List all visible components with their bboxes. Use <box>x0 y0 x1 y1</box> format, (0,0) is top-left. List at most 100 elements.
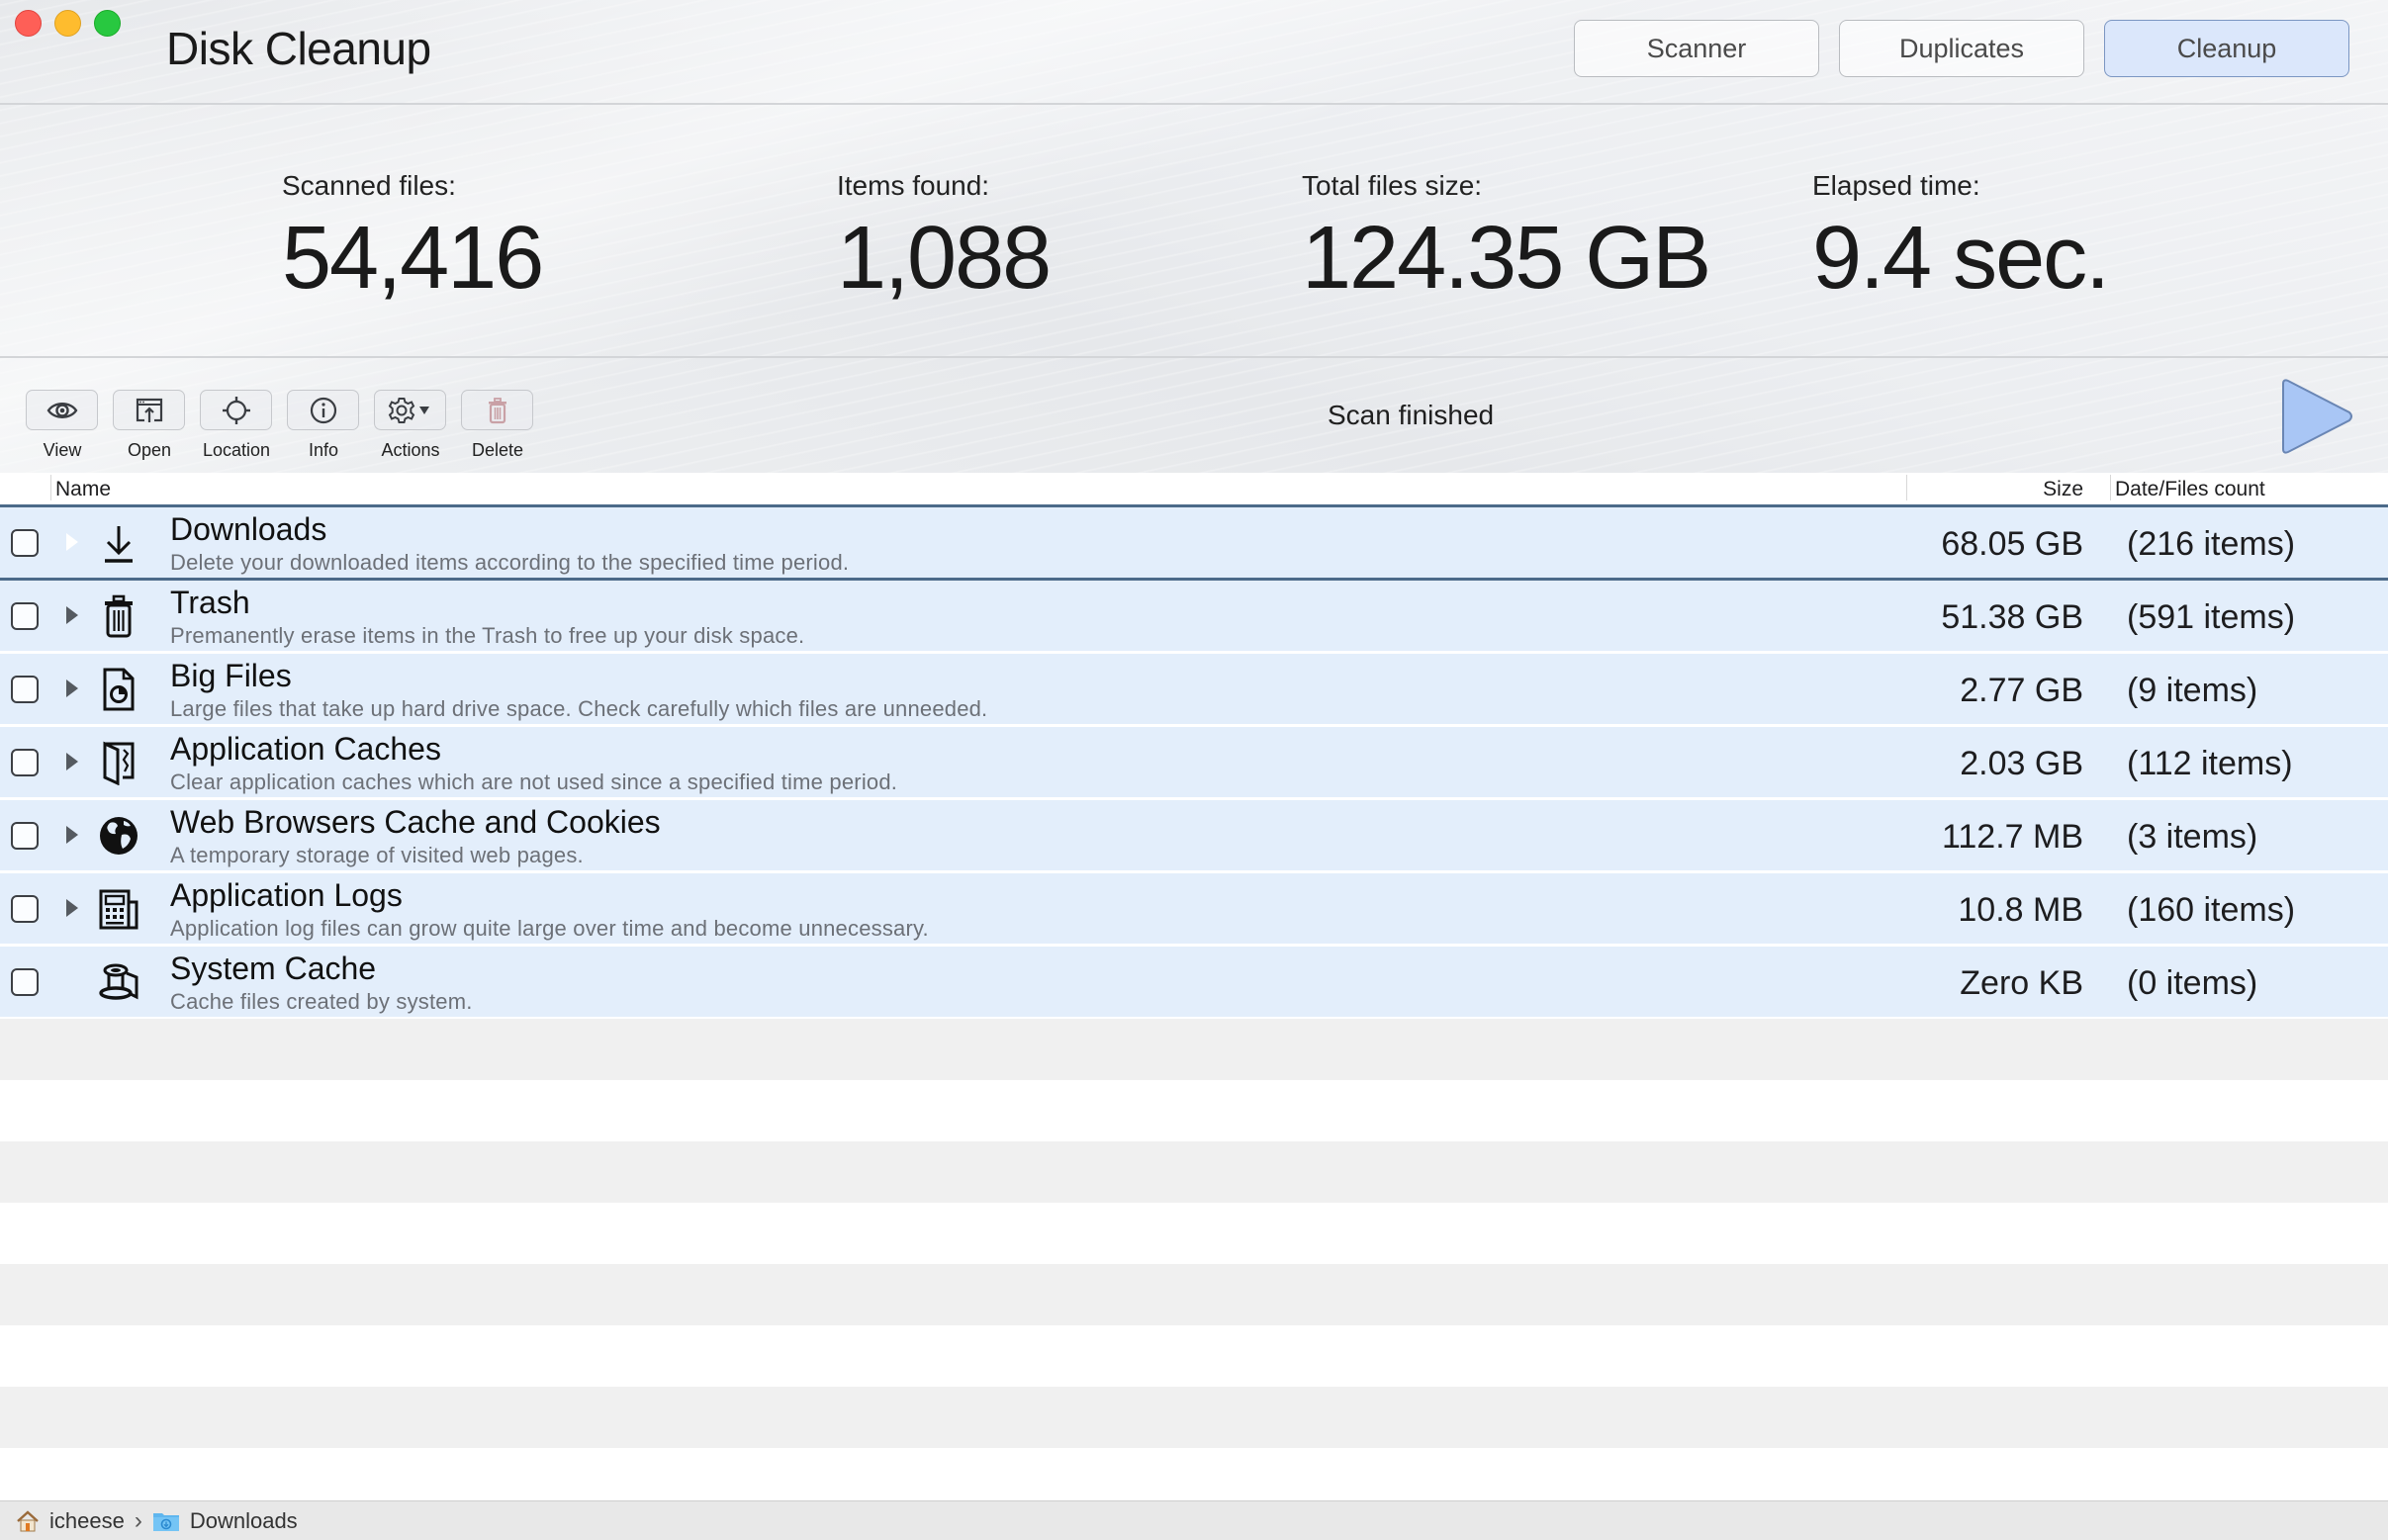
stat-value: 9.4 sec. <box>1812 209 2110 308</box>
row-title: Big Files <box>170 658 292 693</box>
row-checkbox[interactable] <box>11 529 39 557</box>
column-separator <box>2110 475 2111 500</box>
open-button[interactable] <box>113 390 185 430</box>
empty-row <box>0 1080 2388 1141</box>
tab-duplicates[interactable]: Duplicates <box>1839 20 2084 77</box>
window-minimize-button[interactable] <box>54 10 81 37</box>
table-row[interactable]: Downloads Delete your downloaded items a… <box>0 507 2388 581</box>
stat-items-found: Items found: 1,088 <box>837 170 1052 308</box>
row-description: Cache files created by system. <box>170 989 473 1014</box>
disclosure-triangle[interactable] <box>66 533 78 551</box>
disclosure-triangle[interactable] <box>66 899 78 917</box>
path-item-downloads[interactable]: Downloads <box>152 1508 298 1534</box>
stat-scanned-files: Scanned files: 54,416 <box>282 170 544 308</box>
download-icon <box>105 526 133 563</box>
table-header: Name Size Date/Files count <box>0 473 2388 507</box>
table-row[interactable]: Web Browsers Cache and Cookies A tempora… <box>0 800 2388 870</box>
info-button[interactable] <box>287 390 359 430</box>
row-checkbox[interactable] <box>11 749 39 776</box>
trash-icon <box>105 594 133 638</box>
row-description: Premanently erase items in the Trash to … <box>170 623 805 648</box>
row-title: Application Caches <box>170 731 441 767</box>
column-separator <box>50 475 51 500</box>
actions-button[interactable] <box>374 390 446 430</box>
row-size: 51.38 GB <box>1941 598 2083 636</box>
row-size: 68.05 GB <box>1941 525 2083 563</box>
trash-icon <box>488 397 506 423</box>
window-close-button[interactable] <box>15 10 42 37</box>
tab-cleanup[interactable]: Cleanup <box>2104 20 2349 77</box>
row-count: (160 items) <box>2127 891 2296 929</box>
row-description: Delete your downloaded items according t… <box>170 550 850 575</box>
row-checkbox[interactable] <box>11 822 39 850</box>
row-title: Web Browsers Cache and Cookies <box>170 804 661 840</box>
row-size: 2.77 GB <box>1960 672 2083 709</box>
column-date-files-count[interactable]: Date/Files count <box>2115 478 2265 501</box>
stat-value: 1,088 <box>837 209 1052 308</box>
table-row[interactable]: Application Logs Application log files c… <box>0 873 2388 944</box>
row-size: 10.8 MB <box>1958 891 2083 929</box>
row-count: (0 items) <box>2127 964 2258 1002</box>
stats-divider <box>0 356 2388 358</box>
log-icon <box>99 889 138 930</box>
table-row[interactable]: System Cache Cache files created by syst… <box>0 947 2388 1017</box>
empty-row <box>0 1141 2388 1203</box>
row-checkbox[interactable] <box>11 968 39 996</box>
path-item-label: icheese <box>49 1507 125 1533</box>
toolbar-actions[interactable]: Actions <box>374 390 447 461</box>
toolbar-delete[interactable]: Delete <box>461 390 534 461</box>
path-separator-icon: › <box>134 1506 142 1534</box>
path-item-home[interactable]: icheese <box>16 1508 125 1534</box>
row-checkbox[interactable] <box>11 676 39 703</box>
gear-dropdown-icon <box>388 397 429 423</box>
row-checkbox[interactable] <box>11 602 39 630</box>
window-zoom-button[interactable] <box>94 10 121 37</box>
disclosure-triangle[interactable] <box>66 606 78 624</box>
row-checkbox[interactable] <box>11 895 39 923</box>
app-cache-icon <box>103 741 135 785</box>
titlebar-divider <box>0 103 2388 105</box>
stat-value: 124.35 GB <box>1302 209 1711 308</box>
open-window-icon <box>136 398 162 422</box>
big-file-icon <box>103 668 135 711</box>
row-title: Trash <box>170 585 250 620</box>
empty-row <box>0 1019 2388 1080</box>
home-icon <box>17 1509 39 1531</box>
table-row[interactable]: Trash Premanently erase items in the Tra… <box>0 581 2388 651</box>
empty-row <box>0 1264 2388 1325</box>
downloads-folder-icon <box>152 1512 179 1531</box>
table-row[interactable]: Application Caches Clear application cac… <box>0 727 2388 797</box>
stat-total-size: Total files size: 124.35 GB <box>1302 170 1711 308</box>
table-row[interactable]: Big Files Large files that take up hard … <box>0 654 2388 724</box>
play-icon[interactable] <box>2278 378 2355 455</box>
column-name[interactable]: Name <box>55 478 111 501</box>
tab-scanner[interactable]: Scanner <box>1574 20 1819 77</box>
delete-button[interactable] <box>461 390 533 430</box>
row-description: Large files that take up hard drive spac… <box>170 696 988 721</box>
stat-label: Scanned files: <box>282 170 456 201</box>
header-panel: Disk Cleanup Scanner Duplicates Cleanup … <box>0 0 2388 473</box>
toolbar-open[interactable]: Open <box>113 390 186 461</box>
column-size[interactable]: Size <box>2043 478 2083 501</box>
disclosure-triangle[interactable] <box>66 826 78 844</box>
toolbar-location[interactable]: Location <box>200 390 273 461</box>
stat-label: Items found: <box>837 170 990 201</box>
disclosure-triangle[interactable] <box>66 679 78 697</box>
info-icon <box>310 397 336 423</box>
stat-label: Elapsed time: <box>1812 170 1980 201</box>
row-count: (9 items) <box>2127 672 2258 709</box>
eye-icon <box>46 402 77 418</box>
path-item-label: Downloads <box>189 1507 298 1533</box>
row-title: System Cache <box>170 951 377 986</box>
disclosure-triangle[interactable] <box>66 753 78 770</box>
stat-value: 54,416 <box>282 209 544 308</box>
spool-icon <box>99 963 138 1000</box>
app-title: Disk Cleanup <box>166 23 431 74</box>
toolbar-view[interactable]: View <box>26 390 99 461</box>
row-count: (112 items) <box>2127 745 2293 782</box>
toolbar-info[interactable]: Info <box>287 390 360 461</box>
view-button[interactable] <box>26 390 98 430</box>
row-size: Zero KB <box>1960 964 2083 1002</box>
location-button[interactable] <box>200 390 272 430</box>
row-description: Clear application caches which are not u… <box>170 770 898 794</box>
